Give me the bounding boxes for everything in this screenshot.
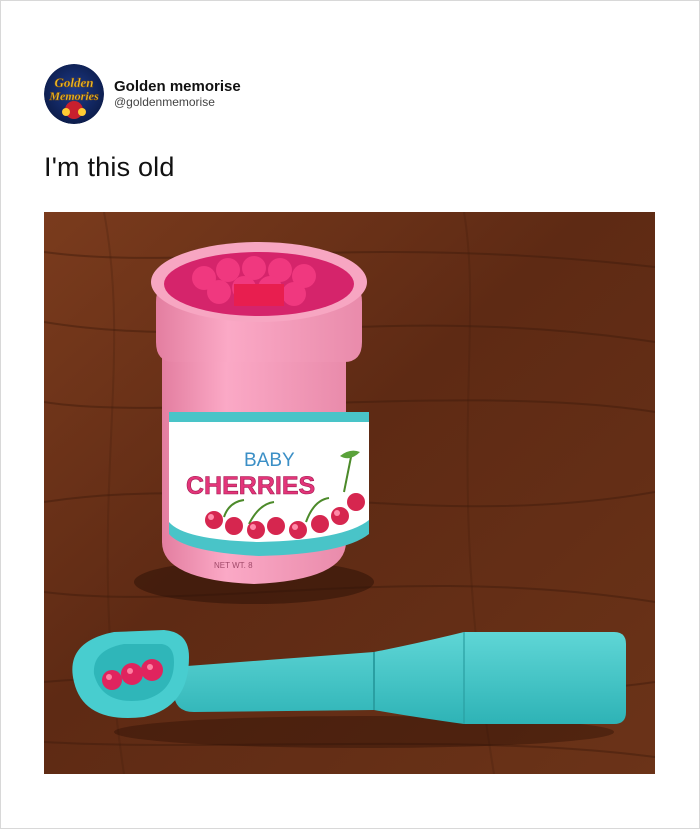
svg-text:BABY: BABY (244, 450, 295, 471)
baby-cherries-photo: BABY CHERRIES NET WT. 8 (44, 212, 655, 774)
post-text: I'm this old (44, 152, 175, 182)
post-header: Golden Memories Golden memorise @goldenm… (44, 64, 241, 124)
author-name[interactable]: Golden memorise (114, 78, 241, 95)
golden-memories-logo-icon: Golden Memories (44, 64, 104, 124)
svg-text:Golden: Golden (55, 75, 94, 90)
author-info: Golden memorise @goldenmemorise (114, 78, 241, 109)
author-handle[interactable]: @goldenmemorise (114, 95, 241, 110)
svg-text:CHERRIES: CHERRIES (186, 472, 315, 500)
avatar[interactable]: Golden Memories (44, 64, 104, 124)
svg-text:Memories: Memories (48, 89, 99, 103)
post-photo[interactable]: BABY CHERRIES NET WT. 8 (44, 212, 655, 774)
baby-cherries-jar: BABY CHERRIES NET WT. 8 (151, 242, 369, 584)
svg-text:NET WT. 8: NET WT. 8 (214, 561, 253, 570)
